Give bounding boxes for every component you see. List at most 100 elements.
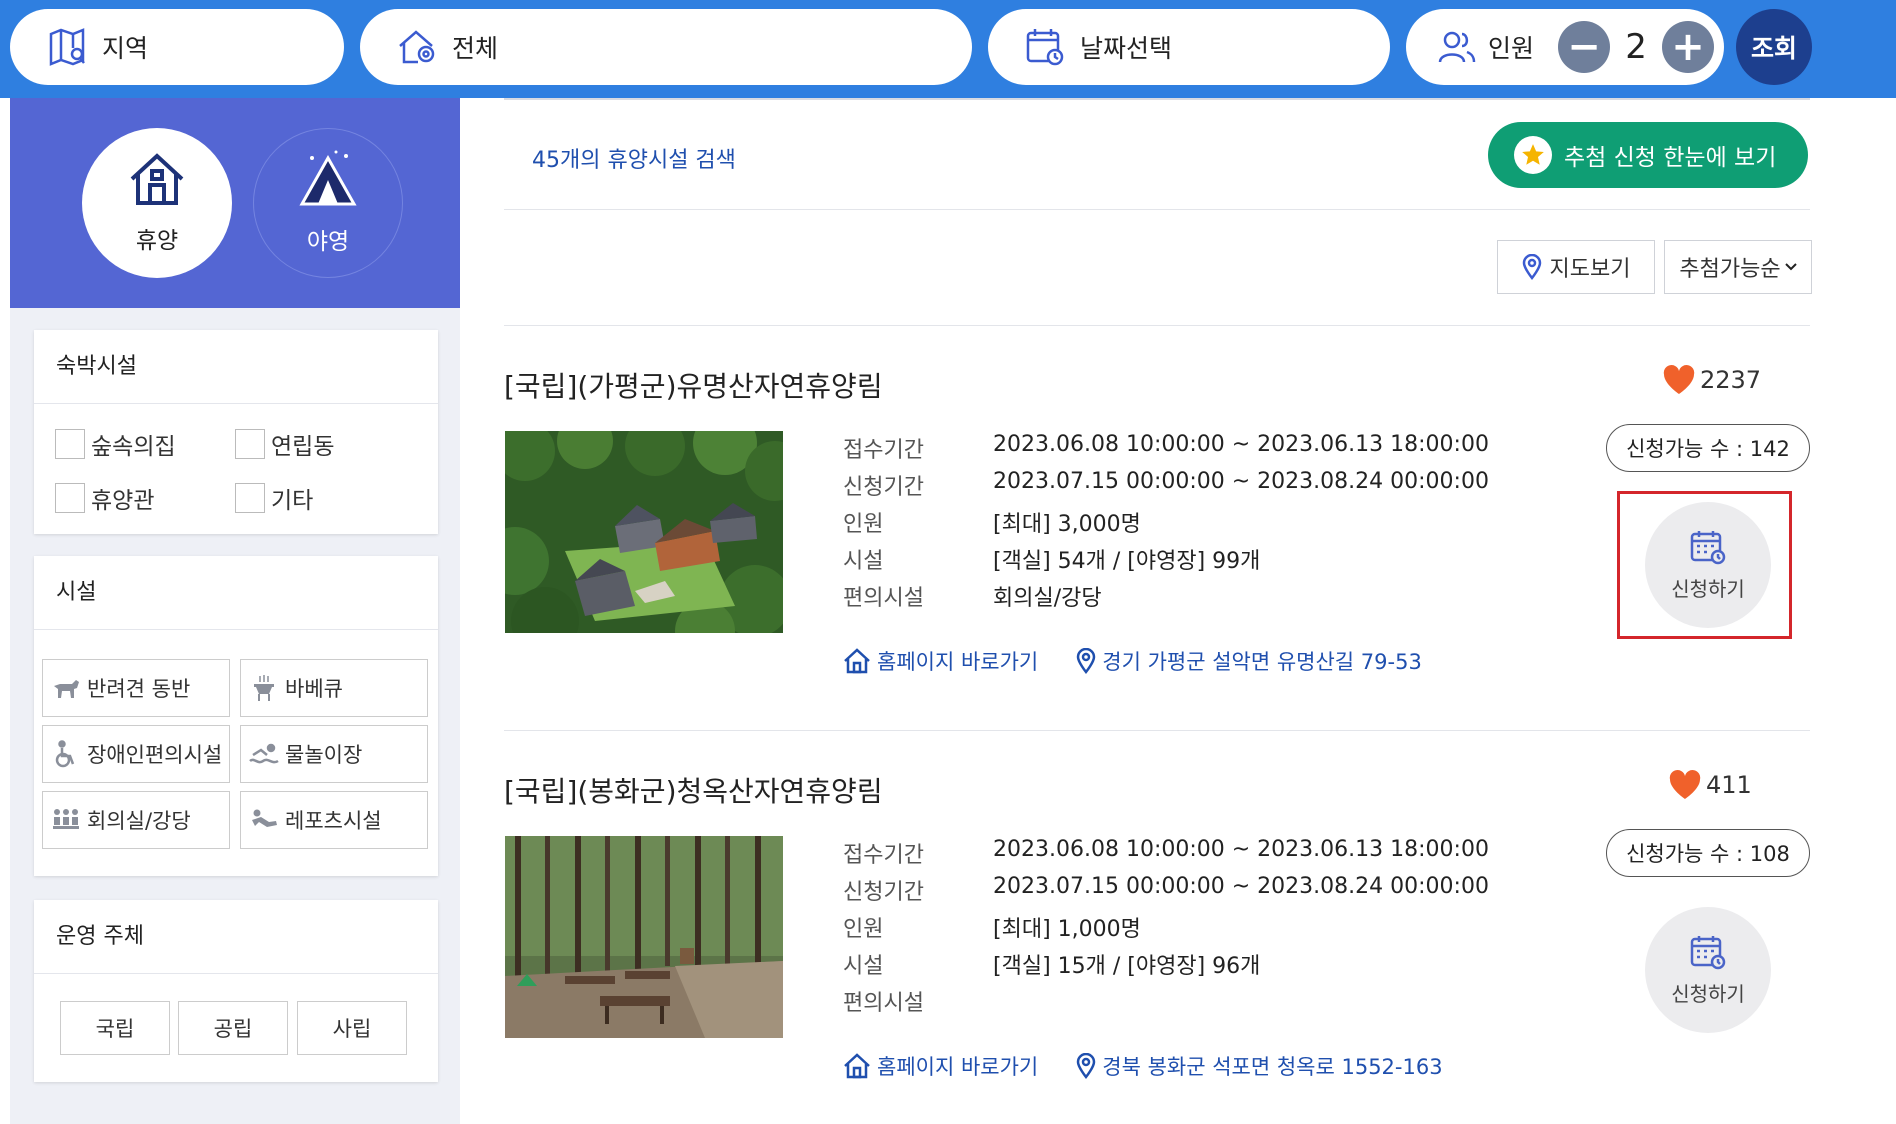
facilities-row: 시설 [객실] 15개 / [야영장] 96개 bbox=[843, 948, 1260, 980]
info-key: 시설 bbox=[843, 954, 884, 979]
like-count-value: 2237 bbox=[1700, 366, 1762, 394]
lodging-option-forest-house[interactable]: 숲속의집 bbox=[55, 427, 176, 461]
facility-option-pet[interactable]: 반려견 동반 bbox=[42, 659, 230, 717]
house-icon bbox=[128, 151, 186, 221]
address-link[interactable]: 경북 봉화군 석포면 청옥로 1552-163 bbox=[1076, 1051, 1443, 1081]
increase-people-button[interactable]: + bbox=[1662, 21, 1715, 73]
type-label: 전체 bbox=[452, 34, 499, 63]
facility-option-meeting[interactable]: 회의실/강당 bbox=[42, 791, 230, 849]
info-value: [최대] 1,000명 bbox=[993, 917, 1141, 942]
facility-option-label: 회의실/강당 bbox=[87, 809, 191, 833]
map-view-button[interactable]: 지도보기 bbox=[1497, 240, 1655, 294]
checkbox-label: 휴양관 bbox=[91, 488, 155, 514]
facility-photo[interactable] bbox=[505, 431, 783, 633]
listing-title[interactable]: [국립](봉화군)청옥산자연휴양림 bbox=[504, 770, 883, 810]
search-button[interactable]: 조회 bbox=[1736, 9, 1812, 85]
location-pin-icon bbox=[1522, 254, 1542, 280]
meeting-icon bbox=[51, 805, 81, 835]
people-label: 인원 bbox=[1488, 34, 1535, 63]
capacity-row: 인원 [최대] 3,000명 bbox=[843, 506, 1141, 538]
like-count[interactable]: 2237 bbox=[1662, 365, 1761, 395]
checkbox[interactable] bbox=[55, 483, 85, 513]
map-pin-icon bbox=[44, 24, 90, 70]
location-pin-icon bbox=[1076, 1053, 1096, 1079]
homepage-link[interactable]: 홈페이지 바로가기 bbox=[843, 646, 1038, 676]
apply-label: 신청하기 bbox=[1671, 981, 1745, 1006]
sort-select[interactable]: 추첨가능순 bbox=[1664, 240, 1812, 294]
info-value: 2023.06.08 10:00:00 ~ 2023.06.13 18:00:0… bbox=[993, 432, 1489, 457]
heart-icon bbox=[1668, 770, 1706, 800]
facility-option-accessibility[interactable]: 장애인편의시설 bbox=[42, 725, 230, 783]
facility-photo[interactable] bbox=[505, 836, 783, 1038]
receipt-period-row: 접수기간 2023.06.08 10:00:00 ~ 2023.06.13 18:… bbox=[843, 837, 1489, 869]
listing-links: 홈페이지 바로가기 경기 가평군 설악면 유명산길 79-53 bbox=[843, 646, 1460, 676]
tent-icon bbox=[298, 150, 358, 222]
search-bar: 지역 전체 날짜선택 인원 − 2 + 조회 bbox=[0, 0, 1896, 98]
homepage-link[interactable]: 홈페이지 바로가기 bbox=[843, 1051, 1038, 1081]
apply-button[interactable]: 신청하기 bbox=[1645, 907, 1771, 1033]
facility-option-label: 반려견 동반 bbox=[87, 677, 191, 701]
tab-camping-label: 야영 bbox=[306, 229, 350, 255]
facilities-row: 시설 [객실] 54개 / [야영장] 99개 bbox=[843, 543, 1260, 575]
result-count: 45개의 휴양시설 검색 bbox=[532, 148, 736, 173]
lodging-option-recreation-hall[interactable]: 휴양관 bbox=[55, 481, 154, 515]
lottery-overview-button[interactable]: 추첨 신청 한눈에 보기 bbox=[1488, 122, 1808, 188]
checkbox[interactable] bbox=[55, 429, 85, 459]
available-count-badge: 신청가능 수 : 142 bbox=[1606, 424, 1810, 472]
info-key: 시설 bbox=[843, 549, 884, 574]
checkbox[interactable] bbox=[235, 429, 265, 459]
calendar-icon bbox=[1690, 935, 1726, 969]
like-count-value: 411 bbox=[1706, 771, 1752, 799]
grill-icon bbox=[249, 673, 279, 703]
swimming-icon bbox=[249, 739, 279, 769]
date-label: 날짜선택 bbox=[1080, 34, 1173, 63]
checkbox[interactable] bbox=[235, 483, 265, 513]
facility-option-leisure-sports[interactable]: 레포츠시설 bbox=[240, 791, 428, 849]
info-value: [객실] 54개 / [야영장] 99개 bbox=[993, 549, 1261, 574]
tab-camping[interactable]: 야영 bbox=[253, 128, 403, 278]
info-key: 인원 bbox=[843, 512, 884, 537]
operator-private-button[interactable]: 사립 bbox=[297, 1001, 407, 1055]
lodging-option-other[interactable]: 기타 bbox=[235, 481, 313, 515]
home-icon bbox=[844, 648, 870, 674]
divider bbox=[504, 98, 1810, 100]
tab-recreation[interactable]: 휴양 bbox=[82, 128, 232, 278]
listing-title[interactable]: [국립](가평군)유명산자연휴양림 bbox=[504, 365, 883, 405]
facility-option-water-play[interactable]: 물놀이장 bbox=[240, 725, 428, 783]
info-value: 2023.07.15 00:00:00 ~ 2023.08.24 00:00:0… bbox=[993, 469, 1489, 494]
lodging-option-row-house[interactable]: 연립동 bbox=[235, 427, 334, 461]
like-count[interactable]: 411 bbox=[1668, 770, 1752, 800]
application-period-row: 신청기간 2023.07.15 00:00:00 ~ 2023.08.24 00:… bbox=[843, 874, 1489, 906]
map-view-label: 지도보기 bbox=[1549, 257, 1631, 282]
divider bbox=[504, 325, 1810, 326]
divider bbox=[504, 730, 1810, 731]
amenities-row: 편의시설 회의실/강당 bbox=[843, 580, 1102, 612]
available-count-badge: 신청가능 수 : 108 bbox=[1606, 829, 1810, 877]
people-selector: 인원 − 2 + bbox=[1406, 9, 1724, 85]
heart-icon bbox=[1662, 365, 1700, 395]
chevron-down-icon bbox=[1784, 262, 1797, 272]
people-icon bbox=[1434, 24, 1480, 70]
dog-icon bbox=[51, 673, 81, 703]
calendar-icon bbox=[1022, 24, 1068, 70]
date-selector[interactable]: 날짜선택 bbox=[988, 9, 1390, 85]
operator-national-button[interactable]: 국립 bbox=[60, 1001, 170, 1055]
info-key: 신청기간 bbox=[843, 880, 924, 905]
info-key: 신청기간 bbox=[843, 475, 924, 500]
info-key: 접수기간 bbox=[843, 843, 924, 868]
address-label: 경북 봉화군 석포면 청옥로 1552-163 bbox=[1102, 1055, 1443, 1079]
amenities-row: 편의시설 bbox=[843, 985, 993, 1017]
decrease-people-button[interactable]: − bbox=[1558, 21, 1611, 73]
region-selector[interactable]: 지역 bbox=[10, 9, 344, 85]
operator-public-button[interactable]: 공립 bbox=[178, 1001, 288, 1055]
facility-option-label: 레포츠시설 bbox=[285, 809, 382, 833]
operator-filter-title: 운영 주체 bbox=[34, 900, 438, 974]
facility-type-selector[interactable]: 전체 bbox=[360, 9, 972, 85]
facility-option-bbq[interactable]: 바베큐 bbox=[240, 659, 428, 717]
people-count: 2 bbox=[1625, 27, 1647, 67]
address-link[interactable]: 경기 가평군 설악면 유명산길 79-53 bbox=[1076, 646, 1422, 676]
forest-campsite-photo bbox=[505, 836, 783, 1038]
info-key: 인원 bbox=[843, 917, 884, 942]
application-period-row: 신청기간 2023.07.15 00:00:00 ~ 2023.08.24 00:… bbox=[843, 469, 1489, 501]
location-pin-icon bbox=[1076, 648, 1096, 674]
